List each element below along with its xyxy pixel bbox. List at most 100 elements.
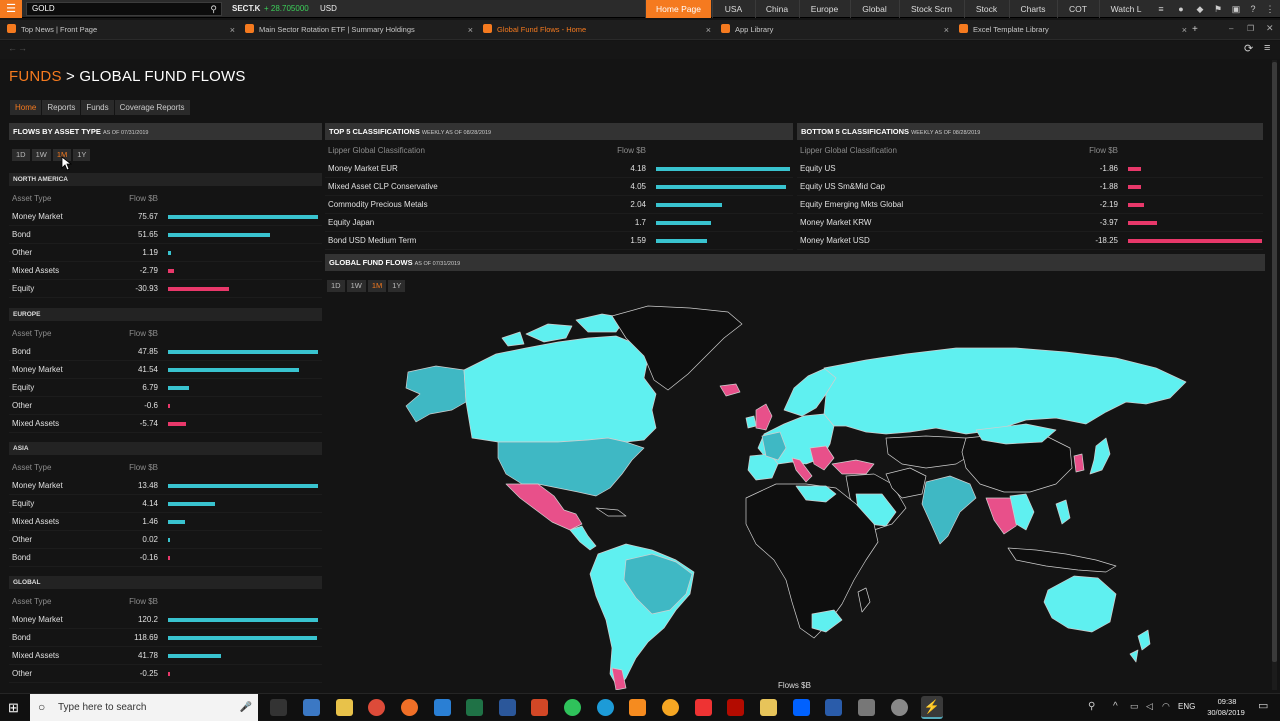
browser-tab[interactable]: Excel Template Library × <box>959 20 1187 40</box>
settings-icon[interactable]: ⋮ <box>1263 2 1277 16</box>
table-row[interactable]: Equity Emerging Mkts Global -2.19 <box>797 196 1263 214</box>
browser-tab[interactable]: Top News | Front Page × <box>7 20 235 40</box>
period-button-1d[interactable]: 1D <box>12 149 30 161</box>
browser-tab[interactable]: Global Fund Flows - Home × <box>483 20 711 40</box>
flag-icon[interactable]: ⚑ <box>1211 2 1225 16</box>
period-button-1y[interactable]: 1Y <box>388 280 406 292</box>
table-row[interactable]: Money Market 120.2 <box>9 611 322 629</box>
table-row[interactable]: Mixed Assets 1.46 <box>9 513 322 531</box>
powerpoint-icon[interactable] <box>531 699 548 716</box>
eikon-icon[interactable]: ⚡ <box>921 696 943 719</box>
app-icon-6[interactable] <box>891 699 908 716</box>
close-window-icon[interactable]: ✕ <box>1266 23 1274 34</box>
nav-tab-global[interactable]: Global <box>850 0 898 18</box>
table-row[interactable]: Other -0.6 <box>9 397 322 415</box>
page-menu-icon[interactable]: ≡ <box>1264 42 1270 54</box>
table-row[interactable]: Equity US -1.86 <box>797 160 1263 178</box>
table-row[interactable]: Mixed Assets -2.79 <box>9 262 322 280</box>
tray-expand-icon[interactable]: ^ <box>1113 701 1118 712</box>
period-button-1m[interactable]: 1M <box>367 280 387 292</box>
volume-icon[interactable]: ◁ <box>1146 701 1153 712</box>
browser-tab[interactable]: App Library × <box>721 20 949 40</box>
command-input[interactable]: GOLD ⚲ <box>26 2 222 16</box>
table-row[interactable]: Other 1.19 <box>9 244 322 262</box>
period-button-1d[interactable]: 1D <box>327 280 345 292</box>
tab-close-icon[interactable]: × <box>944 20 949 40</box>
search-icon[interactable]: ⚲ <box>210 3 217 15</box>
table-row[interactable]: Equity US Sm&Mid Cap -1.88 <box>797 178 1263 196</box>
task-view-icon[interactable] <box>270 699 287 716</box>
subtab-home[interactable]: Home <box>10 100 42 115</box>
table-row[interactable]: Bond -0.16 <box>9 549 322 567</box>
table-row[interactable]: Bond 51.65 <box>9 226 322 244</box>
app-icon-2[interactable] <box>662 699 679 716</box>
refresh-icon[interactable]: ⟳ <box>1244 42 1253 55</box>
table-row[interactable]: Money Market EUR 4.18 <box>325 160 793 178</box>
minimize-icon[interactable]: – <box>1229 24 1233 33</box>
nav-tab-usa[interactable]: USA <box>712 0 754 18</box>
table-row[interactable]: Equity -30.93 <box>9 280 322 298</box>
table-row[interactable]: Equity 4.14 <box>9 495 322 513</box>
chat-icon[interactable]: ◆ <box>1193 2 1207 16</box>
notifications-icon[interactable]: ▭ <box>1258 699 1268 712</box>
world-fund-flow-map[interactable]: Flows $B <box>326 298 1266 690</box>
whatsapp-icon[interactable] <box>564 699 581 716</box>
edge-icon[interactable] <box>434 699 451 716</box>
folder-icon[interactable] <box>760 699 777 716</box>
excel-icon[interactable] <box>466 699 483 716</box>
ticker-symbol[interactable]: SECT.K <box>232 0 260 18</box>
table-row[interactable]: Bond 47.85 <box>9 343 322 361</box>
menu-list-icon[interactable]: ≡ <box>1154 2 1168 16</box>
subtab-coverage-reports[interactable]: Coverage Reports <box>114 100 190 115</box>
table-row[interactable]: Money Market USD -18.25 <box>797 232 1263 250</box>
subtab-funds[interactable]: Funds <box>81 100 114 115</box>
chrome-icon[interactable] <box>368 699 385 716</box>
table-row[interactable]: Money Market KRW -3.97 <box>797 214 1263 232</box>
alert-icon[interactable]: ▣ <box>1229 2 1243 16</box>
table-row[interactable]: Money Market 13.48 <box>9 477 322 495</box>
main-menu-icon[interactable]: ☰ <box>0 0 22 18</box>
dropbox-icon[interactable] <box>793 699 810 716</box>
microphone-icon[interactable]: 🎤 <box>240 694 252 721</box>
scrollbar[interactable] <box>1272 60 1277 690</box>
app-icon-5[interactable] <box>858 699 875 716</box>
tab-close-icon[interactable]: × <box>230 20 235 40</box>
breadcrumb-section[interactable]: FUNDS <box>9 68 62 85</box>
help-icon[interactable]: ? <box>1246 2 1260 16</box>
table-row[interactable]: Bond 118.69 <box>9 629 322 647</box>
acrobat-icon[interactable] <box>727 699 744 716</box>
nav-tab-stock-scrn[interactable]: Stock Scrn <box>899 0 963 18</box>
back-icon[interactable]: ← <box>8 43 17 53</box>
tab-close-icon[interactable]: × <box>706 20 711 40</box>
nav-tab-charts[interactable]: Charts <box>1009 0 1056 18</box>
period-button-1y[interactable]: 1Y <box>73 149 91 161</box>
app-icon-4[interactable] <box>825 699 842 716</box>
table-row[interactable]: Bond USD Medium Term 1.59 <box>325 232 793 250</box>
nav-tab-stock[interactable]: Stock <box>964 0 1008 18</box>
app-icon-1[interactable] <box>303 699 320 716</box>
vlc-icon[interactable] <box>629 699 646 716</box>
windows-start-icon[interactable]: ⊞ <box>8 700 19 716</box>
nav-tab-home-page[interactable]: Home Page <box>645 0 711 18</box>
table-row[interactable]: Mixed Assets 41.78 <box>9 647 322 665</box>
tab-close-icon[interactable]: × <box>468 20 473 40</box>
people-icon[interactable]: ⚲ <box>1088 701 1095 712</box>
subtab-reports[interactable]: Reports <box>42 100 81 115</box>
table-row[interactable]: Equity 6.79 <box>9 379 322 397</box>
file-explorer-icon[interactable] <box>336 699 353 716</box>
restore-icon[interactable]: ❐ <box>1247 24 1254 33</box>
table-row[interactable]: Other 0.02 <box>9 531 322 549</box>
firefox-icon[interactable] <box>401 699 418 716</box>
network-icon[interactable]: ▭ <box>1130 701 1139 712</box>
period-button-1w[interactable]: 1W <box>31 149 51 161</box>
table-row[interactable]: Other -0.25 <box>9 665 322 683</box>
nav-tab-cot[interactable]: COT <box>1057 0 1098 18</box>
language-indicator[interactable]: ENG <box>1178 702 1195 711</box>
scrollbar-thumb[interactable] <box>1272 62 1277 662</box>
nav-tab-europe[interactable]: Europe <box>799 0 849 18</box>
table-row[interactable]: Equity Japan 1.7 <box>325 214 793 232</box>
table-row[interactable]: Money Market 75.67 <box>9 208 322 226</box>
taskbar-search-input[interactable]: ○ Type here to search 🎤 <box>30 694 258 721</box>
clock-date[interactable]: 30/08/2019 <box>1203 708 1249 717</box>
nav-tab-watch-l[interactable]: Watch L <box>1099 0 1152 18</box>
